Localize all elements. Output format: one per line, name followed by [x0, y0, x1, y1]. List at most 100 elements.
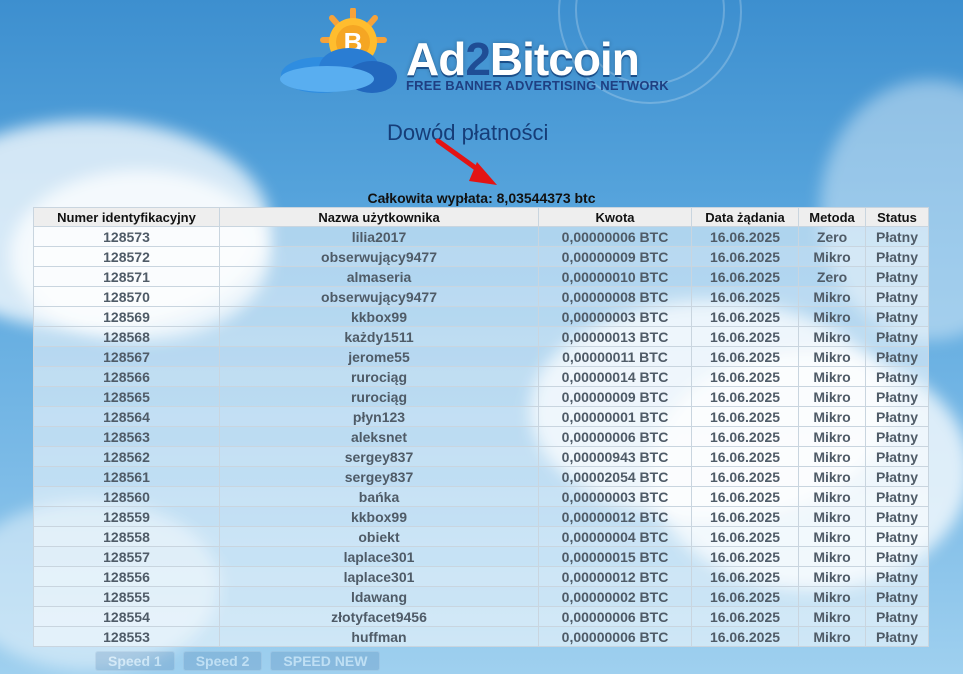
cell-amount: 0,00000009 BTC: [538, 386, 692, 407]
cell-date: 16.06.2025: [691, 446, 799, 467]
table-row: 128566 rurociąg 0,00000014 BTC 16.06.2025 Mi…: [33, 366, 929, 387]
brand-tagline: FREE BANNER ADVERTISING NETWORK: [406, 78, 669, 93]
table-row: 128558 obiekt 0,00000004 BTC 16.06.2025 Mikr…: [33, 526, 929, 547]
cell-method: Zero: [798, 266, 866, 287]
cell-username: laplace301: [219, 546, 539, 567]
cell-amount: 0,00000004 BTC: [538, 526, 692, 547]
table-row: 128572 obserwujący9477 0,00000009 BTC 16.06…: [33, 246, 929, 267]
cell-amount: 0,00000012 BTC: [538, 566, 692, 587]
cell-method: Mikro: [798, 446, 866, 467]
cell-username: obserwujący9477: [219, 286, 539, 307]
footer-link-speed-new[interactable]: SPEED NEW: [270, 651, 381, 671]
column-header-id: Numer identyfikacyjny: [33, 207, 220, 227]
cell-method: Mikro: [798, 586, 866, 607]
column-header-amount: Kwota: [538, 207, 692, 227]
cell-status: Płatny: [865, 226, 929, 247]
cell-status: Płatny: [865, 306, 929, 327]
cell-id: 128568: [33, 326, 220, 347]
cell-username: płyn123: [219, 406, 539, 427]
cell-id: 128573: [33, 226, 220, 247]
cell-status: Płatny: [865, 406, 929, 427]
payments-table-wrap: Numer identyfikacyjny Nazwa użytkownika …: [33, 207, 929, 647]
table-row: 128555 ldawang 0,00000002 BTC 16.06.2025 Mik…: [33, 586, 929, 607]
cell-status: Płatny: [865, 366, 929, 387]
cell-method: Mikro: [798, 466, 866, 487]
cell-status: Płatny: [865, 506, 929, 527]
cell-id: 128571: [33, 266, 220, 287]
cell-amount: 0,00000012 BTC: [538, 506, 692, 527]
table-row: 128559 kkbox99 0,00000012 BTC 16.06.2025 Mik…: [33, 506, 929, 527]
cell-username: każdy1511: [219, 326, 539, 347]
cell-username: złotyfacet9456: [219, 606, 539, 627]
cell-id: 128559: [33, 506, 220, 527]
cell-method: Mikro: [798, 506, 866, 527]
cell-id: 128563: [33, 426, 220, 447]
cell-username: sergey837: [219, 466, 539, 487]
table-row: 128557 laplace301 0,00000015 BTC 16.06.2025…: [33, 546, 929, 567]
cell-amount: 0,00000001 BTC: [538, 406, 692, 427]
cell-date: 16.06.2025: [691, 326, 799, 347]
cell-id: 128557: [33, 546, 220, 567]
cell-method: Mikro: [798, 286, 866, 307]
red-arrow-icon: [435, 138, 497, 185]
cell-status: Płatny: [865, 626, 929, 647]
cell-id: 128567: [33, 346, 220, 367]
table-row: 128562 sergey837 0,00000943 BTC 16.06.2025 M…: [33, 446, 929, 467]
cell-date: 16.06.2025: [691, 466, 799, 487]
cell-status: Płatny: [865, 426, 929, 447]
cell-method: Mikro: [798, 366, 866, 387]
cell-method: Mikro: [798, 546, 866, 567]
cell-status: Płatny: [865, 446, 929, 467]
cell-date: 16.06.2025: [691, 626, 799, 647]
cell-id: 128556: [33, 566, 220, 587]
cell-amount: 0,00000006 BTC: [538, 226, 692, 247]
footer-link-speed-1[interactable]: Speed 1: [95, 651, 175, 671]
table-row: 128554 złotyfacet9456 0,00000006 BTC 16.06.…: [33, 606, 929, 627]
cell-username: kkbox99: [219, 506, 539, 527]
ad2bitcoin-logo[interactable]: B Ad2Bitcoin FREE BANNER ADVERTISING NET…: [276, 8, 671, 100]
cell-date: 16.06.2025: [691, 566, 799, 587]
cell-date: 16.06.2025: [691, 366, 799, 387]
table-row: 128569 kkbox99 0,00000003 BTC 16.06.2025 Mik…: [33, 306, 929, 327]
cell-id: 128564: [33, 406, 220, 427]
cell-amount: 0,00000006 BTC: [538, 606, 692, 627]
total-payout: Całkowita wypłata: 8,03544373 btc: [367, 190, 596, 206]
cell-status: Płatny: [865, 266, 929, 287]
cell-amount: 0,00000011 BTC: [538, 346, 692, 367]
cell-amount: 0,00000013 BTC: [538, 326, 692, 347]
cell-status: Płatny: [865, 246, 929, 267]
cell-date: 16.06.2025: [691, 606, 799, 627]
cell-amount: 0,00000010 BTC: [538, 266, 692, 287]
column-header-user: Nazwa użytkownika: [219, 207, 539, 227]
cell-amount: 0,00000009 BTC: [538, 246, 692, 267]
cell-id: 128566: [33, 366, 220, 387]
table-row: 128570 obserwujący9477 0,00000008 BTC 16.06…: [33, 286, 929, 307]
table-row: 128571 almaseria 0,00000010 BTC 16.06.2025 Z…: [33, 266, 929, 287]
cell-id: 128565: [33, 386, 220, 407]
cell-date: 16.06.2025: [691, 506, 799, 527]
cell-date: 16.06.2025: [691, 426, 799, 447]
cell-username: bańka: [219, 486, 539, 507]
cell-id: 128553: [33, 626, 220, 647]
cell-amount: 0,00000015 BTC: [538, 546, 692, 567]
cell-username: rurociąg: [219, 386, 539, 407]
bitcoin-cloud-logo-icon: B: [280, 8, 397, 93]
cell-status: Płatny: [865, 286, 929, 307]
cell-id: 128569: [33, 306, 220, 327]
cell-username: jerome55: [219, 346, 539, 367]
cell-date: 16.06.2025: [691, 546, 799, 567]
site-header: B Ad2Bitcoin FREE BANNER ADVERTISING NET…: [0, 0, 963, 120]
cell-date: 16.06.2025: [691, 386, 799, 407]
table-row: 128553 huffman 0,00000006 BTC 16.06.2025 Mik…: [33, 626, 929, 647]
cell-method: Mikro: [798, 306, 866, 327]
cell-method: Mikro: [798, 386, 866, 407]
cell-status: Płatny: [865, 386, 929, 407]
cell-method: Mikro: [798, 606, 866, 627]
cell-amount: 0,00000003 BTC: [538, 306, 692, 327]
footer-link-speed-2[interactable]: Speed 2: [182, 651, 263, 671]
cell-status: Płatny: [865, 526, 929, 547]
table-row: 128568 każdy1511 0,00000013 BTC 16.06.2025 M…: [33, 326, 929, 347]
table-header-row: Numer identyfikacyjny Nazwa użytkownika …: [33, 207, 929, 227]
cell-username: obiekt: [219, 526, 539, 547]
cell-amount: 0,00000002 BTC: [538, 586, 692, 607]
